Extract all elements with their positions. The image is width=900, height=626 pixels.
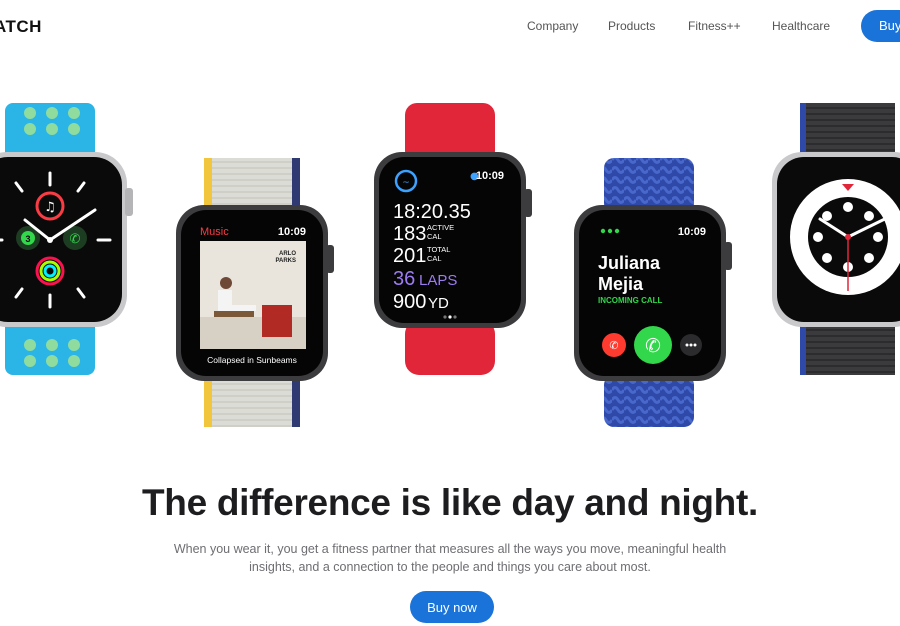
buy-now-button[interactable]: Buy now: [410, 591, 494, 623]
svg-text:✆: ✆: [645, 335, 661, 357]
brand-logo[interactable]: ATCH: [0, 17, 42, 37]
caller-last-name: Mejia: [598, 274, 644, 294]
watch-lineup: ♫ ✆ 3 Music 10:09 ARLO PARKS Collapsed i…: [0, 95, 900, 440]
distance-unit: YD: [428, 295, 449, 312]
watch-activity[interactable]: ♫ ✆ 3: [0, 103, 133, 375]
watch-workout[interactable]: ~ ● 10:09 18:20.35 183 ACTIVE CAL 201 TO…: [374, 103, 532, 375]
nav-link-healthcare[interactable]: Healthcare: [772, 19, 830, 33]
workout-elapsed: 18:20.35: [393, 201, 471, 223]
music-track-title: Collapsed in Sunbeams: [207, 355, 297, 365]
watch-call[interactable]: 10:09 Juliana Mejia INCOMING CALL ✆ ✆: [574, 158, 732, 427]
svg-text:✆: ✆: [609, 339, 618, 352]
svg-text:✆: ✆: [70, 232, 81, 247]
nav-link-products[interactable]: Products: [608, 19, 655, 33]
total-cal-label2: CAL: [427, 254, 442, 263]
call-time: 10:09: [678, 226, 706, 238]
nav-link-company[interactable]: Company: [527, 19, 578, 33]
active-cal-label1: ACTIVE: [427, 223, 454, 232]
watch-analog[interactable]: [772, 103, 900, 375]
total-cal-value: 201: [393, 245, 426, 267]
active-cal-label2: CAL: [427, 232, 442, 241]
watch-music[interactable]: Music 10:09 ARLO PARKS Collapsed in Sunb…: [176, 158, 334, 427]
music-time: 10:09: [278, 226, 306, 238]
total-cal-label1: TOTAL: [427, 245, 450, 254]
active-cal-value: 183: [393, 223, 426, 245]
call-status: INCOMING CALL: [598, 296, 663, 305]
music-app-title: Music: [200, 226, 229, 238]
nav-link-fitness[interactable]: Fitness++: [688, 19, 741, 33]
caller-first-name: Juliana: [598, 253, 661, 273]
top-nav: ATCH Company Products Fitness++ Healthca…: [0, 0, 900, 54]
watch-lineup-illustration: ♫ ✆ 3 Music 10:09 ARLO PARKS Collapsed i…: [0, 103, 900, 427]
svg-text:♫: ♫: [44, 200, 56, 215]
laps-value: 36: [393, 268, 415, 290]
nav-buy-button[interactable]: Buy: [861, 10, 900, 42]
album-artist-line2: PARKS: [275, 258, 296, 264]
workout-time: 10:09: [476, 170, 504, 182]
distance-value: 900: [393, 291, 426, 313]
hero-subtitle: When you wear it, you get a fitness part…: [173, 542, 727, 574]
messages-badge: 3: [25, 234, 30, 244]
hero-headline: The difference is like day and night.: [142, 482, 758, 523]
laps-unit: LAPS: [419, 272, 457, 289]
svg-text:~: ~: [402, 178, 410, 188]
album-artist-line1: ARLO: [279, 251, 296, 257]
